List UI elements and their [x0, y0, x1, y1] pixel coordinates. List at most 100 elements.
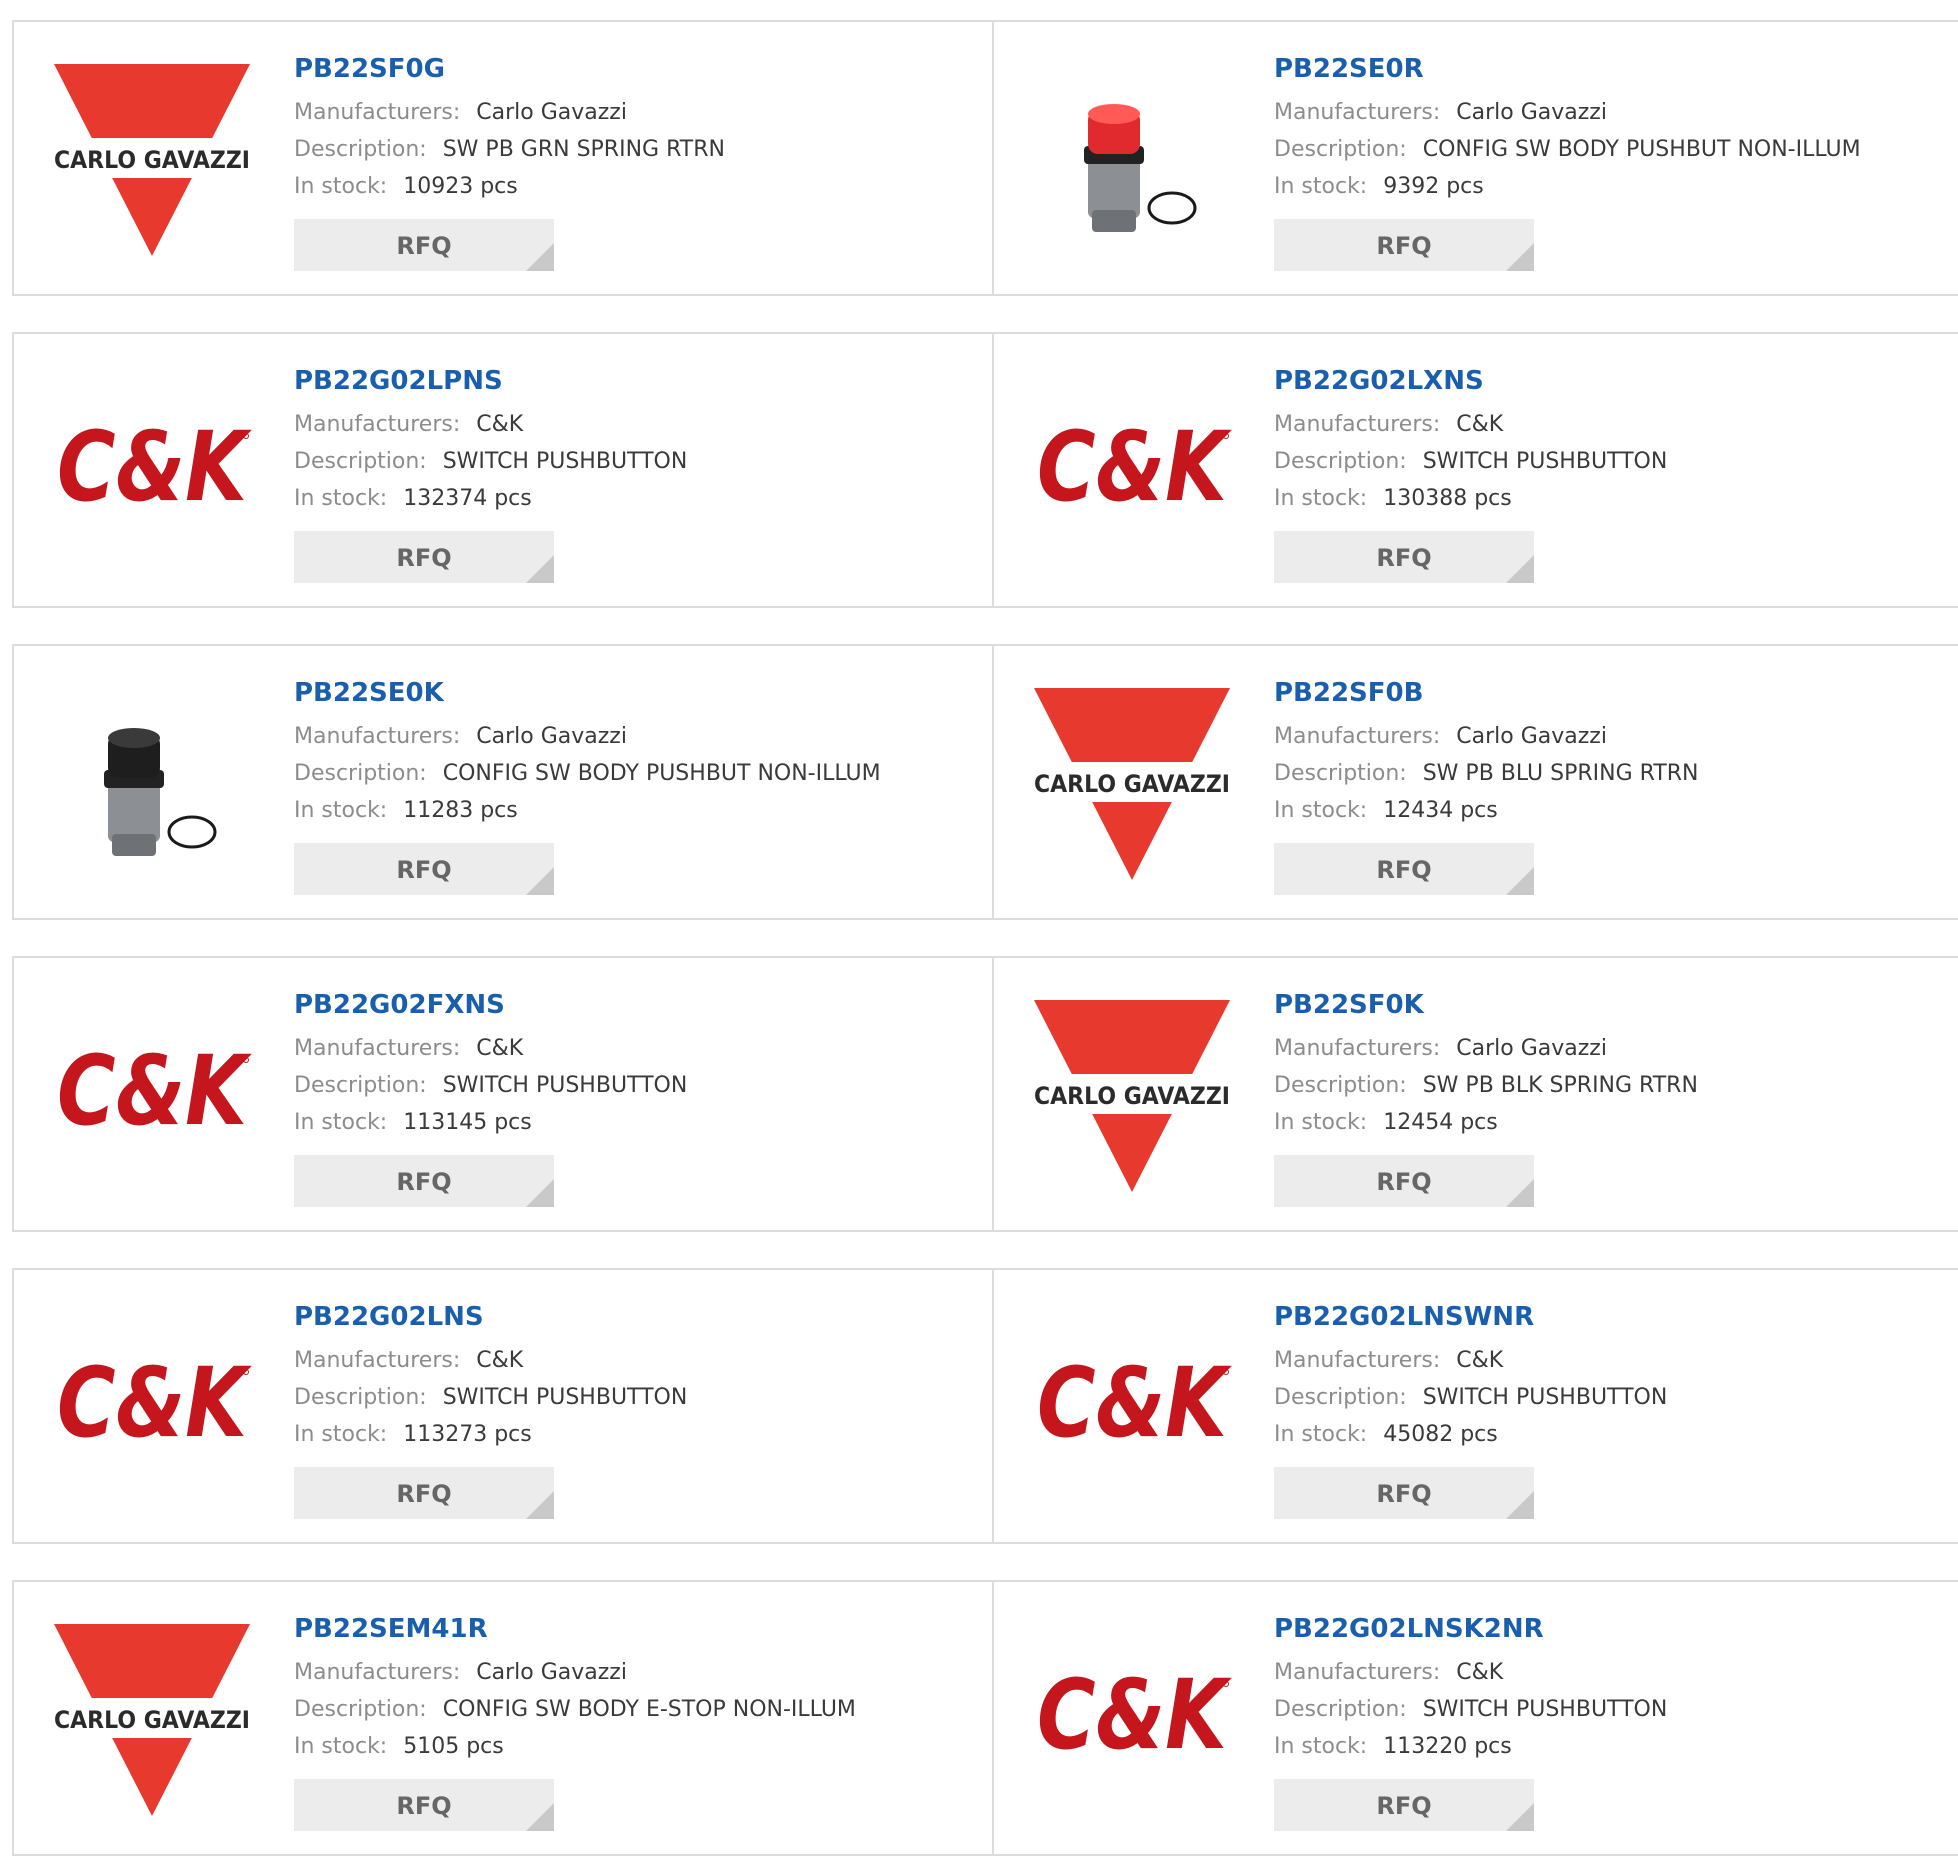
stock-value: 11283 pcs — [403, 798, 518, 823]
product-image[interactable] — [1032, 60, 1232, 260]
rfq-button[interactable]: RFQ — [294, 1155, 554, 1207]
manufacturer-line: Manufacturers: C&K — [1274, 406, 1958, 443]
product-image[interactable]: C&K — [52, 372, 252, 572]
stock-value: 45082 pcs — [1383, 1422, 1498, 1447]
product-card: CARLO GAVAZZI PB22SF0B Manufacturers: Car… — [994, 646, 1958, 918]
product-image[interactable]: CARLO GAVAZZI — [1032, 996, 1232, 1196]
part-number-link[interactable]: PB22G02LPNS — [294, 364, 982, 398]
part-number-link[interactable]: PB22G02LXNS — [1274, 364, 1958, 398]
product-info: PB22G02LNSWNR Manufacturers: C&K Descript… — [1274, 1300, 1958, 1519]
rfq-button[interactable]: RFQ — [294, 1467, 554, 1519]
description-value: CONFIG SW BODY PUSHBUT NON-ILLUM — [1422, 137, 1861, 162]
product-image[interactable]: CARLO GAVAZZI — [52, 60, 252, 260]
part-number-link[interactable]: PB22SF0B — [1274, 676, 1958, 710]
description-line: Description: CONFIG SW BODY PUSHBUT NON-I… — [294, 755, 982, 792]
stock-label: In stock: — [294, 1734, 388, 1759]
description-label: Description: — [1274, 1697, 1407, 1722]
description-value: SWITCH PUSHBUTTON — [442, 1073, 688, 1098]
rfq-button[interactable]: RFQ — [1274, 843, 1534, 895]
ck-logo: C&K — [57, 1347, 252, 1459]
rfq-button[interactable]: RFQ — [294, 531, 554, 583]
product-info: PB22G02LPNS Manufacturers: C&K Descriptio… — [294, 364, 982, 583]
stock-value: 12454 pcs — [1383, 1110, 1498, 1135]
product-card: C&K PB22G02LNSWNR Manufacturers: C&K Desc… — [994, 1270, 1958, 1542]
stock-label: In stock: — [294, 486, 388, 511]
manufacturer-label: Manufacturers: — [1274, 100, 1441, 125]
corner-fold-icon — [526, 1491, 554, 1519]
manufacturer-label: Manufacturers: — [294, 724, 461, 749]
rfq-button[interactable]: RFQ — [294, 219, 554, 271]
logo-text: C&K — [1037, 411, 1232, 523]
description-label: Description: — [294, 1385, 427, 1410]
description-value: SWITCH PUSHBUTTON — [1422, 1385, 1668, 1410]
part-number-link[interactable]: PB22G02LNSK2NR — [1274, 1612, 1958, 1646]
manufacturer-value: Carlo Gavazzi — [476, 1660, 627, 1685]
manufacturer-value: C&K — [1456, 1660, 1504, 1685]
product-image[interactable]: C&K — [1032, 372, 1232, 572]
manufacturer-value: Carlo Gavazzi — [476, 100, 627, 125]
product-image[interactable]: C&K — [52, 996, 252, 1196]
part-number-link[interactable]: PB22SE0K — [294, 676, 982, 710]
rfq-button[interactable]: RFQ — [1274, 531, 1534, 583]
corner-fold-icon — [526, 243, 554, 271]
logo-text: CARLO GAVAZZI — [1034, 770, 1230, 798]
manufacturer-line: Manufacturers: Carlo Gavazzi — [1274, 1030, 1958, 1067]
rfq-button[interactable]: RFQ — [1274, 1467, 1534, 1519]
product-info: PB22SE0R Manufacturers: Carlo Gavazzi Des… — [1274, 52, 1958, 271]
part-number-link[interactable]: PB22SE0R — [1274, 52, 1958, 86]
part-number-link[interactable]: PB22G02LNS — [294, 1300, 982, 1334]
product-row: C&K PB22G02LPNS Manufacturers: C&K Descri… — [12, 332, 1958, 608]
description-value: SWITCH PUSHBUTTON — [1422, 1697, 1668, 1722]
stock-value: 10923 pcs — [403, 174, 518, 199]
part-number-link[interactable]: PB22G02FXNS — [294, 988, 982, 1022]
product-image[interactable]: C&K — [1032, 1308, 1232, 1508]
description-value: SWITCH PUSHBUTTON — [442, 449, 688, 474]
product-image[interactable]: C&K — [52, 1308, 252, 1508]
manufacturer-value: C&K — [476, 412, 524, 437]
description-line: Description: SW PB BLK SPRING RTRN — [1274, 1067, 1958, 1104]
rfq-label: RFQ — [1376, 1480, 1432, 1508]
manufacturer-label: Manufacturers: — [294, 1660, 461, 1685]
stock-line: In stock: 45082 pcs — [1274, 1416, 1958, 1453]
corner-fold-icon — [1506, 1179, 1534, 1207]
description-value: SWITCH PUSHBUTTON — [442, 1385, 688, 1410]
product-image[interactable]: C&K — [1032, 1620, 1232, 1820]
product-row: C&K PB22G02LNS Manufacturers: C&K Descrip… — [12, 1268, 1958, 1544]
part-number-link[interactable]: PB22SEM41R — [294, 1612, 982, 1646]
product-row: CARLO GAVAZZI PB22SEM41R Manufacturers: C… — [12, 1580, 1958, 1856]
logo-text: C&K — [57, 1347, 252, 1459]
product-image[interactable]: CARLO GAVAZZI — [52, 1620, 252, 1820]
rfq-button[interactable]: RFQ — [294, 843, 554, 895]
description-label: Description: — [1274, 137, 1407, 162]
description-line: Description: SWITCH PUSHBUTTON — [294, 1379, 982, 1416]
carlo-gavazzi-logo: CARLO GAVAZZI — [1032, 1000, 1232, 1192]
rfq-button[interactable]: RFQ — [294, 1779, 554, 1831]
product-card: C&K PB22G02FXNS Manufacturers: C&K Descri… — [14, 958, 994, 1230]
part-number-link[interactable]: PB22G02LNSWNR — [1274, 1300, 1958, 1334]
stock-value: 113220 pcs — [1383, 1734, 1512, 1759]
product-info: PB22SF0G Manufacturers: Carlo Gavazzi Des… — [294, 52, 982, 271]
black-pushbutton-photo — [52, 684, 252, 884]
stock-value: 9392 pcs — [1383, 174, 1484, 199]
rfq-button[interactable]: RFQ — [1274, 1779, 1534, 1831]
stock-value: 113145 pcs — [403, 1110, 532, 1135]
description-line: Description: CONFIG SW BODY E-STOP NON-IL… — [294, 1691, 982, 1728]
rfq-button[interactable]: RFQ — [1274, 219, 1534, 271]
rfq-button[interactable]: RFQ — [1274, 1155, 1534, 1207]
manufacturer-label: Manufacturers: — [294, 412, 461, 437]
part-number-link[interactable]: PB22SF0G — [294, 52, 982, 86]
product-image[interactable]: CARLO GAVAZZI — [1032, 684, 1232, 884]
manufacturer-label: Manufacturers: — [1274, 1660, 1441, 1685]
corner-fold-icon — [1506, 1803, 1534, 1831]
manufacturer-value: C&K — [1456, 412, 1504, 437]
product-image[interactable] — [52, 684, 252, 884]
rfq-label: RFQ — [1376, 1792, 1432, 1820]
description-line: Description: SW PB BLU SPRING RTRN — [1274, 755, 1958, 792]
part-number-link[interactable]: PB22SF0K — [1274, 988, 1958, 1022]
stock-label: In stock: — [294, 1422, 388, 1447]
red-pushbutton-photo — [1032, 60, 1232, 260]
rfq-label: RFQ — [1376, 232, 1432, 260]
carlo-gavazzi-logo: CARLO GAVAZZI — [1032, 688, 1232, 880]
stock-line: In stock: 11283 pcs — [294, 792, 982, 829]
product-card: CARLO GAVAZZI PB22SF0G Manufacturers: Car… — [14, 22, 994, 294]
